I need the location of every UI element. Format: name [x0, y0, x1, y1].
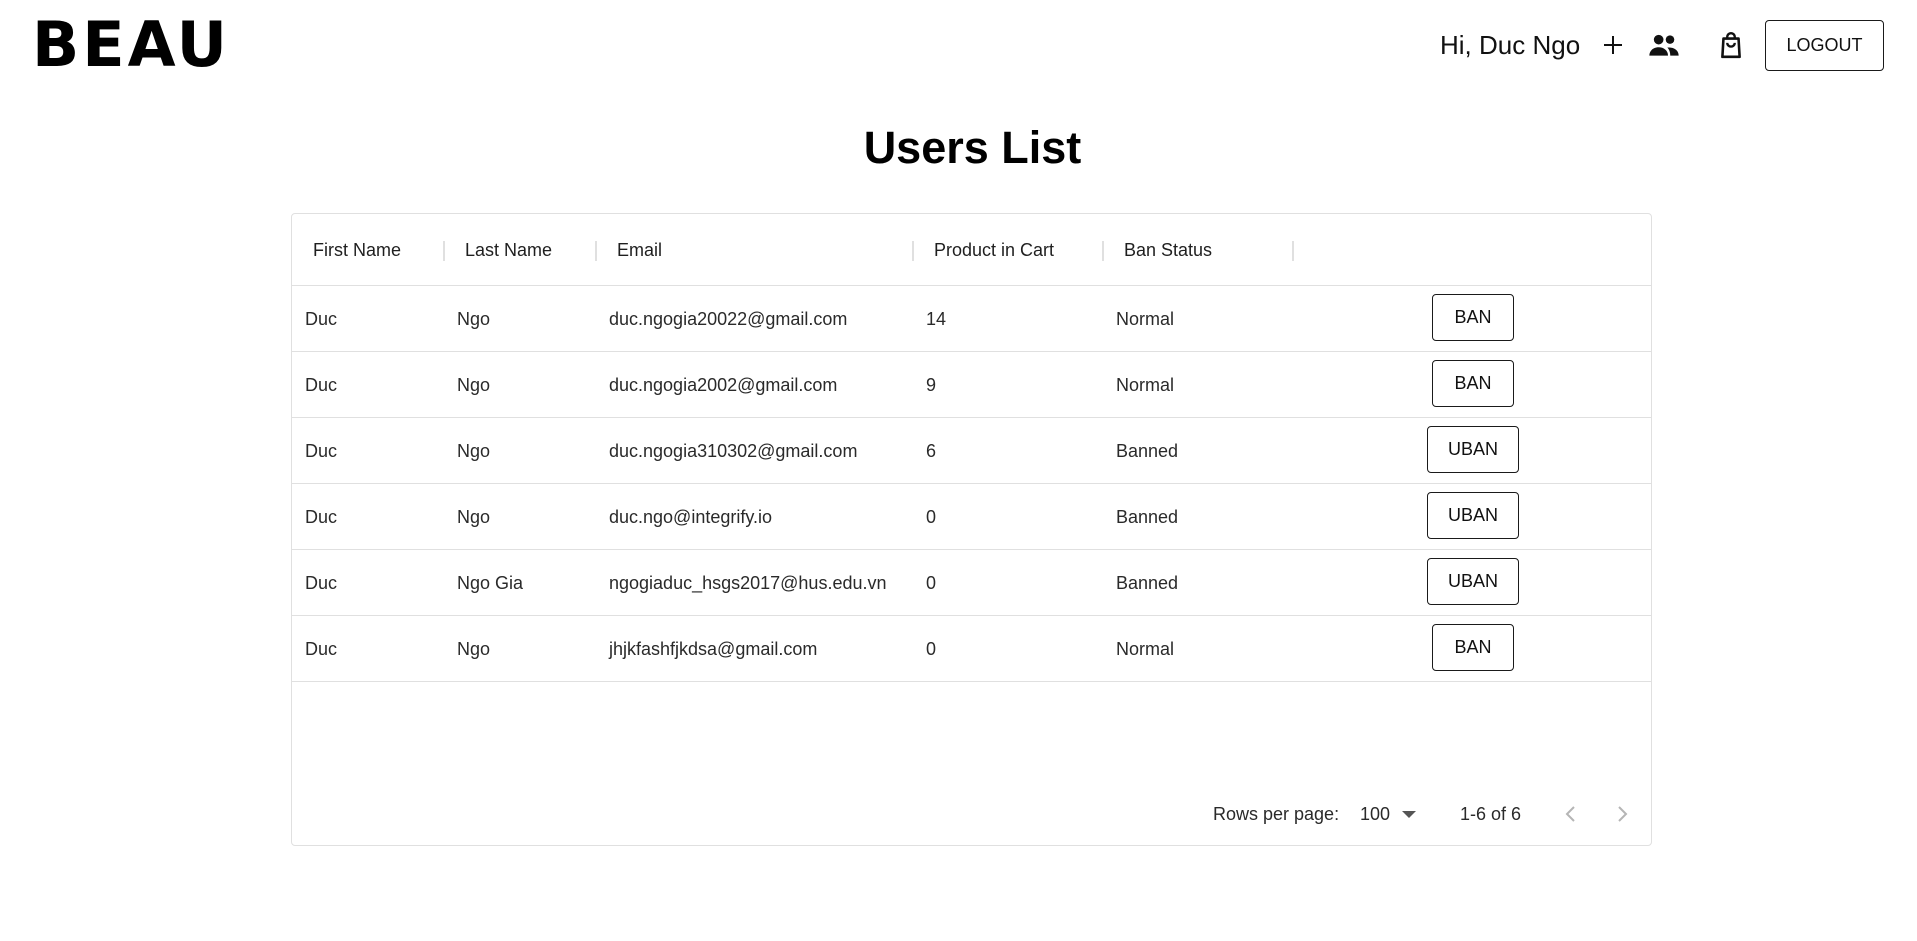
column-separator[interactable]: [912, 241, 914, 261]
cell-email: jhjkfashfjkdsa@gmail.com: [609, 638, 818, 659]
unban-button[interactable]: UBAN: [1427, 426, 1519, 473]
ban-button[interactable]: BAN: [1432, 294, 1514, 341]
cell-first-name: Duc: [305, 638, 338, 659]
column-header-last-name[interactable]: Last Name: [465, 214, 552, 286]
chevron-right-icon[interactable]: [1605, 797, 1639, 831]
cell-product-in-cart: 14: [926, 308, 947, 329]
column-header-product-in-cart[interactable]: Product in Cart: [934, 214, 1054, 286]
brand-logo[interactable]: BEAU: [32, 6, 230, 84]
ban-button[interactable]: BAN: [1432, 360, 1514, 407]
cell-first-name: Duc: [305, 506, 338, 527]
column-separator[interactable]: [1102, 241, 1104, 261]
shopping-bag-icon[interactable]: [1716, 29, 1746, 61]
table-row: Duc Ngo duc.ngogia20022@gmail.com 14 Nor…: [292, 286, 1651, 352]
rows-per-page-label: Rows per page:: [1213, 803, 1340, 824]
plus-icon[interactable]: [1596, 26, 1630, 64]
cell-first-name: Duc: [305, 440, 338, 461]
cell-product-in-cart: 0: [926, 572, 937, 593]
table-row: Duc Ngo duc.ngogia2002@gmail.com 9 Norma…: [292, 352, 1651, 418]
column-header-first-name[interactable]: First Name: [313, 214, 401, 286]
column-header-ban-status[interactable]: Ban Status: [1124, 214, 1212, 286]
cell-product-in-cart: 6: [926, 440, 937, 461]
cell-last-name: Ngo Gia: [457, 572, 524, 593]
people-icon[interactable]: [1648, 30, 1680, 60]
cell-first-name: Duc: [305, 308, 338, 329]
table-header: First Name Last Name Email Product in Ca…: [292, 214, 1651, 286]
pagination-range: 1-6 of 6: [1460, 803, 1522, 824]
table-row: Duc Ngo duc.ngogia310302@gmail.com 6 Ban…: [292, 418, 1651, 484]
rows-per-page-value: 100: [1360, 803, 1391, 824]
cell-ban-status: Normal: [1116, 638, 1175, 659]
cell-product-in-cart: 0: [926, 638, 937, 659]
cell-email: duc.ngogia310302@gmail.com: [609, 440, 858, 461]
unban-button[interactable]: UBAN: [1427, 492, 1519, 539]
cell-ban-status: Banned: [1116, 440, 1179, 461]
cell-email: duc.ngogia2002@gmail.com: [609, 374, 838, 395]
user-greeting: Hi, Duc Ngo: [1440, 30, 1581, 60]
column-header-email[interactable]: Email: [617, 214, 662, 286]
table-pagination: Rows per page: 100 1-6 of 6: [292, 787, 1651, 841]
page-title: Users List: [863, 122, 1082, 173]
cell-last-name: Ngo: [457, 440, 491, 461]
cell-ban-status: Banned: [1116, 506, 1179, 527]
ban-button[interactable]: BAN: [1432, 624, 1514, 671]
cell-product-in-cart: 9: [926, 374, 937, 395]
users-table: First Name Last Name Email Product in Ca…: [291, 213, 1652, 846]
column-separator[interactable]: [595, 241, 597, 261]
cell-email: duc.ngo@integrify.io: [609, 506, 773, 527]
caret-down-icon: [1402, 811, 1416, 818]
cell-ban-status: Banned: [1116, 572, 1179, 593]
cell-last-name: Ngo: [457, 374, 491, 395]
cell-first-name: Duc: [305, 374, 338, 395]
cell-ban-status: Normal: [1116, 374, 1175, 395]
column-separator[interactable]: [443, 241, 445, 261]
unban-button[interactable]: UBAN: [1427, 558, 1519, 605]
chevron-left-icon[interactable]: [1554, 797, 1588, 831]
cell-email: ngogiaduc_hsgs2017@hus.edu.vn: [609, 572, 887, 593]
cell-email: duc.ngogia20022@gmail.com: [609, 308, 848, 329]
app-header: BEAU Hi, Duc Ngo LOGOUT: [0, 0, 1917, 90]
cell-last-name: Ngo: [457, 308, 491, 329]
table-row: Duc Ngo duc.ngo@integrify.io 0 Banned UB…: [292, 484, 1651, 550]
cell-last-name: Ngo: [457, 506, 491, 527]
table-row: Duc Ngo Gia ngogiaduc_hsgs2017@hus.edu.v…: [292, 550, 1651, 616]
cell-ban-status: Normal: [1116, 308, 1175, 329]
cell-last-name: Ngo: [457, 638, 491, 659]
cell-first-name: Duc: [305, 572, 338, 593]
rows-per-page-select[interactable]: 100: [1360, 797, 1416, 831]
logout-button[interactable]: LOGOUT: [1765, 20, 1884, 71]
column-separator[interactable]: [1292, 241, 1294, 261]
table-row: Duc Ngo jhjkfashfjkdsa@gmail.com 0 Norma…: [292, 616, 1651, 682]
cell-product-in-cart: 0: [926, 506, 937, 527]
